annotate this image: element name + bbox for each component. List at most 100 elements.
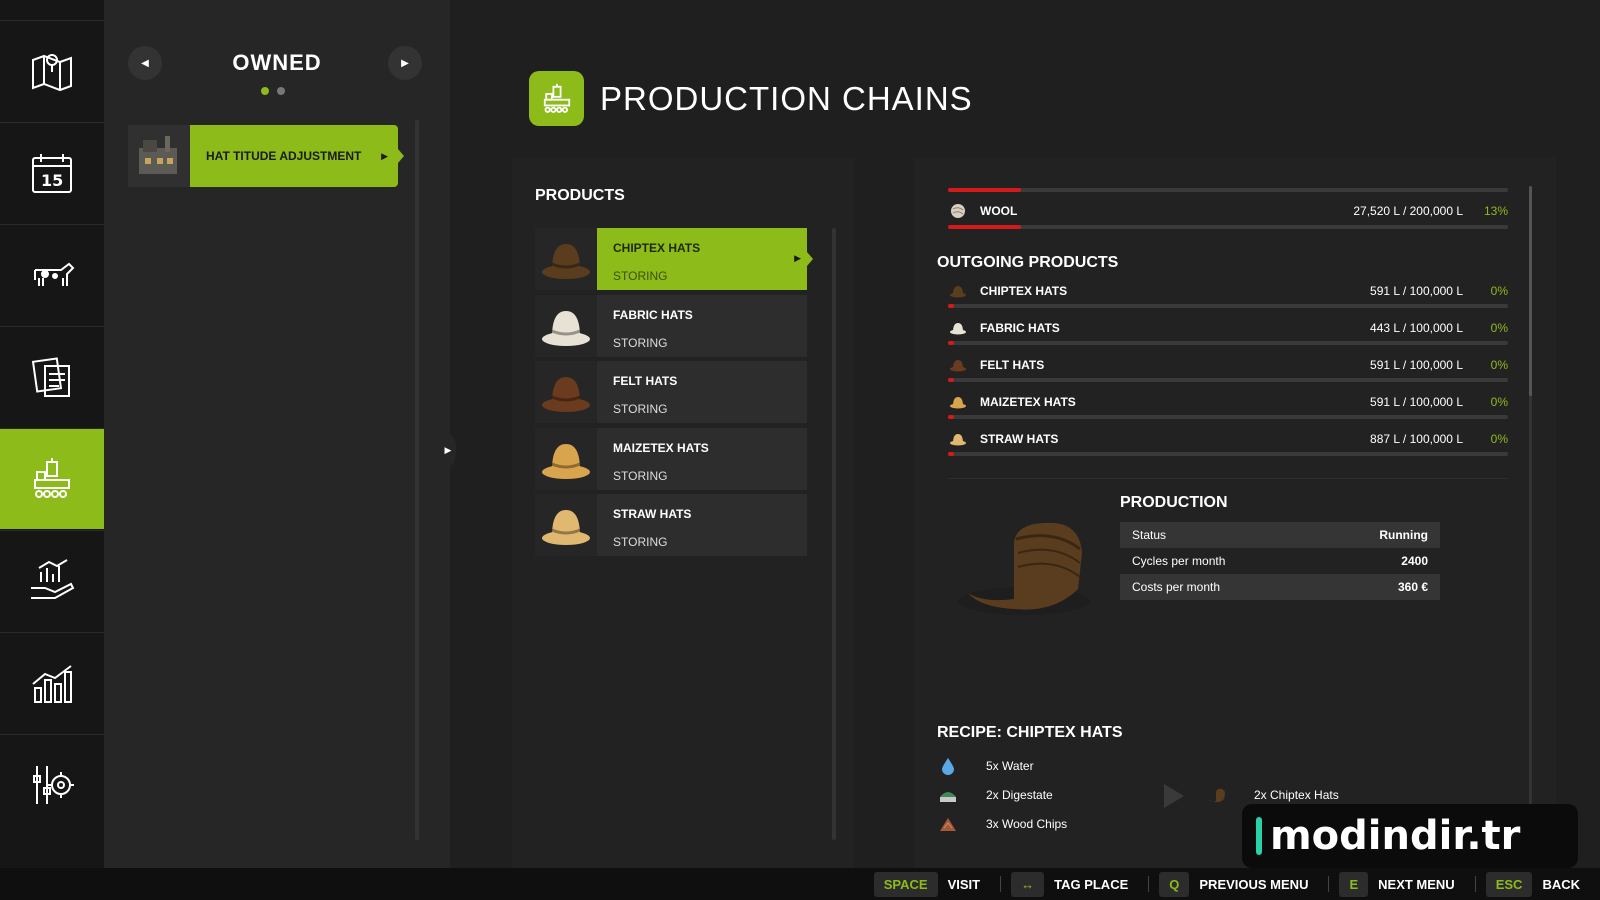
product-item[interactable]: MAIZETEX HATS STORING xyxy=(535,427,807,490)
nav-statistics[interactable] xyxy=(0,632,104,733)
main-nav: 15 xyxy=(0,0,111,868)
recipe-input-label: 3x Wood Chips xyxy=(986,817,1068,831)
products-scrollbar[interactable] xyxy=(832,228,836,840)
action-label[interactable]: PREVIOUS MENU xyxy=(1199,877,1308,892)
production-row: Cycles per month 2400 xyxy=(1120,548,1440,574)
watermark-text: modindir.tr xyxy=(1270,813,1521,859)
page-dot-2[interactable] xyxy=(277,87,285,95)
product-name: MAIZETEX HATS xyxy=(613,440,709,455)
product-item[interactable]: FABRIC HATS STORING xyxy=(535,294,807,357)
input-fill-bar xyxy=(948,225,1508,229)
owned-scrollbar[interactable] xyxy=(415,120,419,840)
svg-text:15: 15 xyxy=(41,171,63,190)
outgoing-percent: 0% xyxy=(1490,321,1508,335)
separator xyxy=(1328,876,1330,892)
recipe-input-water: 5x Water xyxy=(938,756,1034,776)
input-amount: 27,520 L / 200,000 L xyxy=(1353,204,1463,218)
outgoing-row: CHIPTEX HATS 591 L / 100,000 L 0% xyxy=(948,276,1508,306)
outgoing-row: STRAW HATS 887 L / 100,000 L 0% xyxy=(948,424,1508,454)
nav-map[interactable] xyxy=(0,20,104,121)
factory-thumbnail xyxy=(128,125,190,187)
action-label[interactable]: VISIT xyxy=(948,877,981,892)
owned-production-item[interactable]: HAT TITUDE ADJUSTMENT ▶ xyxy=(128,125,404,187)
recipe-input-label: 5x Water xyxy=(986,759,1034,773)
chiptex-hat-icon xyxy=(1206,785,1226,805)
outgoing-amount: 591 L / 100,000 L xyxy=(1370,395,1463,409)
production-header-icon xyxy=(529,71,584,126)
action-label[interactable]: BACK xyxy=(1542,877,1580,892)
product-item[interactable]: FELT HATS STORING xyxy=(535,361,807,423)
outgoing-fill-bar xyxy=(948,378,1508,382)
production-label: Cycles per month xyxy=(1132,554,1226,568)
production-table: Status Running Cycles per month 2400 Costs p… xyxy=(1120,522,1440,600)
production-label: Costs per month xyxy=(1132,580,1221,594)
collapse-panel-button[interactable]: ▶ xyxy=(440,430,456,470)
nav-production[interactable] xyxy=(0,428,111,529)
bottom-action-bar: SPACE VISIT ↔ TAG PLACE Q PREVIOUS MENU E NEXT … xyxy=(0,868,1600,900)
hat-icon xyxy=(948,281,968,301)
recipe-input-woodchips: 3x Wood Chips xyxy=(938,814,1067,834)
documents-icon xyxy=(31,357,70,397)
key-hint[interactable]: ESC xyxy=(1485,871,1533,897)
wool-icon xyxy=(948,201,968,221)
key-hint[interactable]: E xyxy=(1339,871,1369,897)
details-scroll-thumb[interactable] xyxy=(1529,186,1532,396)
owned-item-label: HAT TITUDE ADJUSTMENT ▶ xyxy=(190,125,404,187)
products-panel: PRODUCTS CHIPTEX HATS STORING ▶ FABRIC HATS… xyxy=(512,158,854,868)
digestate-icon xyxy=(938,785,958,805)
nav-settings[interactable] xyxy=(0,734,104,835)
recipe-input-label: 2x Digestate xyxy=(986,788,1053,802)
outgoing-percent: 0% xyxy=(1490,358,1508,372)
outgoing-name: FABRIC HATS xyxy=(980,321,1060,335)
action-label[interactable]: TAG PLACE xyxy=(1054,877,1128,892)
products-title: PRODUCTS xyxy=(535,187,625,204)
wood-chips-icon xyxy=(938,814,958,834)
key-hint[interactable]: SPACE xyxy=(873,871,938,897)
input-percent: 13% xyxy=(1483,204,1508,218)
watermark: modindir.tr xyxy=(1242,804,1578,868)
page-dot-1[interactable] xyxy=(261,87,269,95)
finance-hand-icon xyxy=(31,559,75,599)
page-title: PRODUCTION CHAINS xyxy=(600,80,973,117)
outgoing-title: OUTGOING PRODUCTS xyxy=(937,254,1119,271)
outgoing-row: FABRIC HATS 443 L / 100,000 L 0% xyxy=(948,313,1508,343)
action-label[interactable]: NEXT MENU xyxy=(1378,877,1455,892)
next-page-button[interactable]: ▶ xyxy=(388,46,422,80)
key-hint[interactable]: ↔ xyxy=(1011,871,1045,897)
hat-thumbnail xyxy=(535,361,597,423)
key-hint[interactable]: Q xyxy=(1159,871,1190,897)
cow-icon xyxy=(34,262,75,286)
separator xyxy=(1148,876,1150,892)
nav-animals[interactable] xyxy=(0,224,104,325)
fill-level xyxy=(948,378,954,382)
recipe-output: 2x Chiptex Hats xyxy=(1206,785,1339,805)
fill-level xyxy=(948,341,954,345)
page-indicator xyxy=(261,87,285,95)
outgoing-amount: 591 L / 100,000 L xyxy=(1370,358,1463,372)
separator xyxy=(1000,876,1002,892)
nav-finances[interactable] xyxy=(0,530,104,631)
recipe-title: RECIPE: CHIPTEX HATS xyxy=(937,724,1123,741)
product-item[interactable]: CHIPTEX HATS STORING ▶ xyxy=(535,228,813,290)
bar-chart-icon xyxy=(32,665,72,703)
details-scrollbar[interactable] xyxy=(1529,186,1532,806)
outgoing-row: MAIZETEX HATS 591 L / 100,000 L 0% xyxy=(948,387,1508,417)
watermark-bar xyxy=(1256,817,1262,855)
outgoing-fill-bar xyxy=(948,452,1508,456)
hat-thumbnail xyxy=(535,228,597,290)
wool-top-bar xyxy=(948,188,1508,192)
arrow-right-icon: ▶ xyxy=(401,57,409,69)
nav-contracts[interactable] xyxy=(0,326,104,427)
hat-icon xyxy=(948,429,968,449)
product-name: FELT HATS xyxy=(613,374,678,388)
product-item[interactable]: STRAW HATS STORING xyxy=(535,494,807,556)
outgoing-amount: 591 L / 100,000 L xyxy=(1370,284,1463,298)
product-text: FABRIC HATS STORING xyxy=(597,295,807,357)
owned-item-name: HAT TITUDE ADJUSTMENT xyxy=(206,149,362,163)
recipe-input-digestate: 2x Digestate xyxy=(938,785,1053,805)
fill-level xyxy=(948,415,954,419)
input-row-wool: WOOL 27,520 L / 200,000 L 13% xyxy=(948,196,1508,226)
water-drop-icon xyxy=(938,756,958,776)
product-text: MAIZETEX HATS STORING xyxy=(597,428,807,490)
nav-calendar[interactable]: 15 xyxy=(0,122,104,223)
